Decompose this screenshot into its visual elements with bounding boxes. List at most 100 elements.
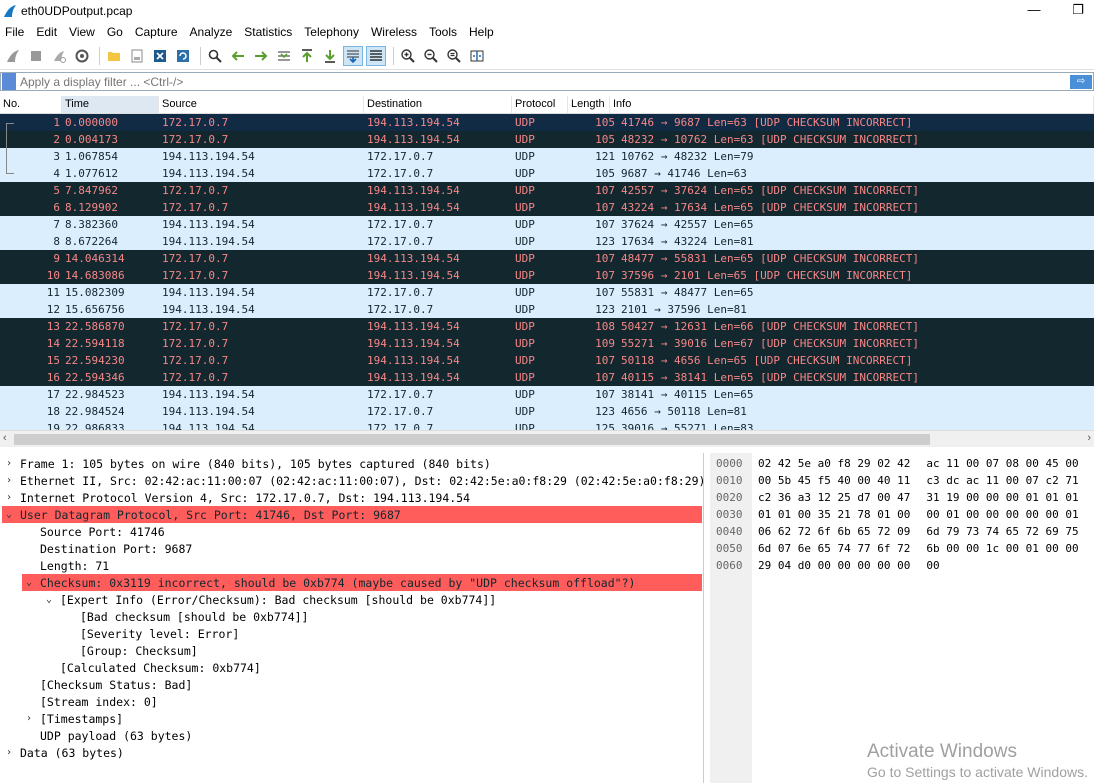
menu-file[interactable]: File xyxy=(5,25,30,39)
column-header-destination[interactable]: Destination xyxy=(364,96,512,113)
table-row[interactable]: 3 1.067854 194.113.194.54 172.17.0.7 UDP 121 1… xyxy=(0,148,1094,165)
menu-tools[interactable]: Tools xyxy=(429,25,463,39)
table-row[interactable]: 14 22.594118 172.17.0.7 194.113.194.54 UDP 10… xyxy=(0,335,1094,352)
column-header-protocol[interactable]: Protocol xyxy=(512,96,568,113)
detail-tree-item[interactable]: ⌄ [Expert Info (Error/Checksum): Bad chec… xyxy=(42,591,496,608)
column-header-info[interactable]: Info xyxy=(610,96,1094,113)
collapse-icon[interactable]: ⌄ xyxy=(22,577,36,588)
column-header-length[interactable]: Length xyxy=(568,96,610,113)
detail-tree-item[interactable]: [Group: Checksum] xyxy=(62,642,198,659)
scroll-thumb[interactable] xyxy=(14,434,930,445)
capture-options-icon[interactable] xyxy=(72,46,92,66)
go-forward-icon[interactable] xyxy=(251,46,271,66)
expand-icon[interactable]: › xyxy=(2,492,16,503)
save-file-icon[interactable] xyxy=(127,46,147,66)
table-row[interactable]: 10 14.683086 172.17.0.7 194.113.194.54 UDP 10… xyxy=(0,267,1094,284)
bytes-hex1[interactable]: 06 62 72 6f 6b 65 72 09 xyxy=(752,525,910,538)
autoscroll-icon[interactable] xyxy=(343,46,363,66)
bytes-hex1[interactable]: 00 5b 45 f5 40 00 40 11 xyxy=(752,474,910,487)
bytes-hex1[interactable]: 02 42 5e a0 f8 29 02 42 xyxy=(752,457,910,470)
menu-statistics[interactable]: Statistics xyxy=(244,25,298,39)
packet-bytes-pane[interactable]: 0000 02 42 5e a0 f8 29 02 42 ac 11 00 07 0… xyxy=(710,453,1094,783)
packet-details-tree[interactable]: › Frame 1: 105 bytes on wire (840 bits), … xyxy=(0,453,704,783)
go-back-icon[interactable] xyxy=(228,46,248,66)
table-row[interactable]: 13 22.586870 172.17.0.7 194.113.194.54 UDP 10… xyxy=(0,318,1094,335)
column-header-source[interactable]: Source xyxy=(159,96,364,113)
reload-file-icon[interactable] xyxy=(173,46,193,66)
bytes-hex2[interactable]: 31 19 00 00 00 01 01 01 xyxy=(910,491,1078,504)
zoom-out-icon[interactable] xyxy=(421,46,441,66)
detail-tree-item[interactable]: ⌄ Checksum: 0x3119 incorrect, should be 0… xyxy=(22,574,702,591)
bytes-hex2[interactable]: 6b 00 00 1c 00 01 00 00 xyxy=(910,542,1078,555)
expand-icon[interactable]: › xyxy=(22,713,36,724)
detail-tree-item[interactable]: [Stream index: 0] xyxy=(22,693,158,710)
packet-list-hscroll[interactable]: ‹ › xyxy=(0,430,1094,447)
table-row[interactable]: 12 15.656756 194.113.194.54 172.17.0.7 UDP 12… xyxy=(0,301,1094,318)
detail-tree-item[interactable]: [Calculated Checksum: 0xb774] xyxy=(42,659,261,676)
filter-bookmark-icon[interactable] xyxy=(2,73,16,90)
detail-tree-item[interactable]: [Severity level: Error] xyxy=(62,625,239,642)
open-file-icon[interactable] xyxy=(104,46,124,66)
detail-tree-item[interactable]: › [Timestamps] xyxy=(22,710,123,727)
bytes-hex1[interactable]: c2 36 a3 12 25 d7 00 47 xyxy=(752,491,910,504)
column-header-time[interactable]: Time xyxy=(62,96,159,113)
scroll-left-icon[interactable]: ‹ xyxy=(3,432,7,444)
menu-analyze[interactable]: Analyze xyxy=(190,25,239,39)
menu-view[interactable]: View xyxy=(69,25,101,39)
bytes-hex2[interactable]: 00 01 00 00 00 00 00 01 xyxy=(910,508,1078,521)
last-packet-icon[interactable] xyxy=(320,46,340,66)
expand-icon[interactable]: › xyxy=(2,458,16,469)
table-row[interactable]: 5 7.847962 172.17.0.7 194.113.194.54 UDP 107 4… xyxy=(0,182,1094,199)
collapse-icon[interactable]: ⌄ xyxy=(2,509,16,520)
table-row[interactable]: 7 8.382360 194.113.194.54 172.17.0.7 UDP 107 3… xyxy=(0,216,1094,233)
detail-tree-item[interactable]: Destination Port: 9687 xyxy=(22,540,192,557)
detail-tree-item[interactable]: ⌄ User Datagram Protocol, Src Port: 41746… xyxy=(2,506,702,523)
zoom-in-icon[interactable] xyxy=(398,46,418,66)
detail-tree-item[interactable]: Length: 71 xyxy=(22,557,109,574)
bytes-hex1[interactable]: 6d 07 6e 65 74 77 6f 72 xyxy=(752,542,910,555)
maximize-button[interactable]: ❐ xyxy=(1070,2,1086,18)
start-capture-icon[interactable] xyxy=(3,46,23,66)
restart-capture-icon[interactable] xyxy=(49,46,69,66)
detail-tree-item[interactable]: › Internet Protocol Version 4, Src: 172.1… xyxy=(2,489,470,506)
menu-edit[interactable]: Edit xyxy=(36,25,63,39)
detail-tree-item[interactable]: › Ethernet II, Src: 02:42:ac:11:00:07 (02… xyxy=(2,472,703,489)
table-row[interactable]: 19 22.986833 194.113.194.54 172.17.0.7 UDP 12… xyxy=(0,420,1094,430)
expand-icon[interactable]: › xyxy=(2,747,16,758)
detail-tree-item[interactable]: [Checksum Status: Bad] xyxy=(22,676,192,693)
detail-tree-item[interactable]: UDP payload (63 bytes) xyxy=(22,727,192,744)
menu-go[interactable]: Go xyxy=(107,25,129,39)
stop-capture-icon[interactable] xyxy=(26,46,46,66)
table-row[interactable]: 9 14.046314 172.17.0.7 194.113.194.54 UDP 107… xyxy=(0,250,1094,267)
table-row[interactable]: 18 22.984524 194.113.194.54 172.17.0.7 UDP 12… xyxy=(0,403,1094,420)
table-row[interactable]: 11 15.082309 194.113.194.54 172.17.0.7 UDP 10… xyxy=(0,284,1094,301)
column-header-no[interactable]: No. xyxy=(0,96,62,113)
table-row[interactable]: 2 0.004173 172.17.0.7 194.113.194.54 UDP 105 4… xyxy=(0,131,1094,148)
menu-help[interactable]: Help xyxy=(469,25,500,39)
bytes-hex1[interactable]: 01 01 00 35 21 78 01 00 xyxy=(752,508,910,521)
colorize-icon[interactable] xyxy=(366,46,386,66)
table-row[interactable]: 8 8.672264 194.113.194.54 172.17.0.7 UDP 123 1… xyxy=(0,233,1094,250)
close-file-icon[interactable] xyxy=(150,46,170,66)
detail-tree-item[interactable]: › Frame 1: 105 bytes on wire (840 bits), … xyxy=(2,455,491,472)
display-filter-input[interactable] xyxy=(20,74,1070,89)
table-row[interactable]: 15 22.594230 172.17.0.7 194.113.194.54 UDP 10… xyxy=(0,352,1094,369)
first-packet-icon[interactable] xyxy=(297,46,317,66)
table-row[interactable]: 6 8.129902 172.17.0.7 194.113.194.54 UDP 107 4… xyxy=(0,199,1094,216)
minimize-button[interactable]: — xyxy=(1026,2,1042,18)
packet-list[interactable]: 1 0.000000 172.17.0.7 194.113.194.54 UDP 105 4… xyxy=(0,114,1094,430)
collapse-icon[interactable]: ⌄ xyxy=(42,594,56,605)
menu-capture[interactable]: Capture xyxy=(135,25,184,39)
detail-tree-item[interactable]: › Data (63 bytes) xyxy=(2,744,124,761)
go-to-packet-icon[interactable] xyxy=(274,46,294,66)
bytes-hex2[interactable]: 00 xyxy=(910,559,939,572)
table-row[interactable]: 16 22.594346 172.17.0.7 194.113.194.54 UDP 10… xyxy=(0,369,1094,386)
apply-filter-icon[interactable]: ⇨ xyxy=(1070,74,1092,89)
detail-tree-item[interactable]: [Bad checksum [should be 0xb774]] xyxy=(62,608,308,625)
menu-wireless[interactable]: Wireless xyxy=(371,25,423,39)
normal-size-icon[interactable] xyxy=(444,46,464,66)
expand-icon[interactable]: › xyxy=(2,475,16,486)
bytes-hex2[interactable]: ac 11 00 07 08 00 45 00 xyxy=(910,457,1078,470)
table-row[interactable]: 4 1.077612 194.113.194.54 172.17.0.7 UDP 105 9… xyxy=(0,165,1094,182)
detail-tree-item[interactable]: Source Port: 41746 xyxy=(22,523,165,540)
